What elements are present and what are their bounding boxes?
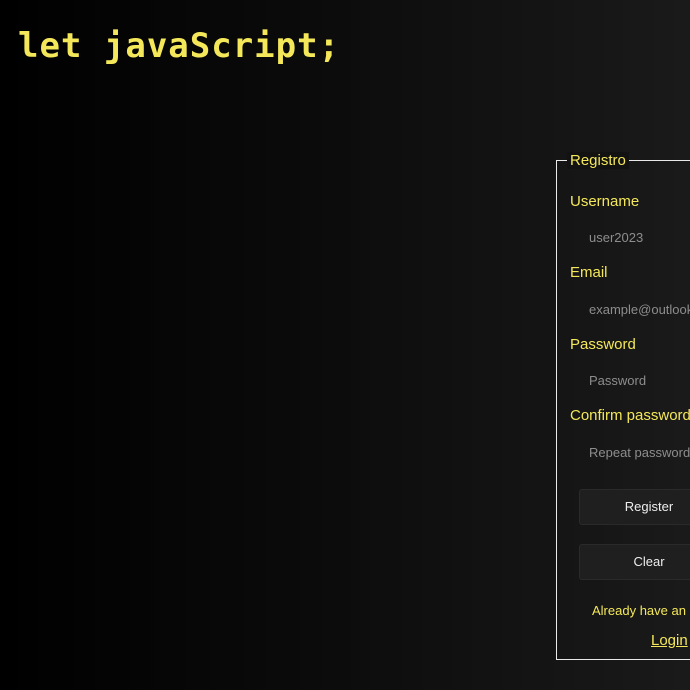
form-legend: Registro xyxy=(567,152,629,169)
app-title: let javaScript; xyxy=(18,26,341,66)
email-label: Email xyxy=(570,264,608,281)
username-input[interactable] xyxy=(579,221,690,253)
register-button[interactable]: Register xyxy=(579,489,690,525)
password-label: Password xyxy=(570,336,636,353)
confirm-password-label: Confirm password xyxy=(570,407,690,424)
email-input[interactable] xyxy=(579,293,690,325)
already-have-account-text: Already have an xyxy=(592,603,686,618)
register-form: Registro Username Email Password Confirm… xyxy=(556,152,690,660)
password-input[interactable] xyxy=(579,364,690,396)
login-link[interactable]: Login xyxy=(651,632,688,649)
confirm-password-input[interactable] xyxy=(579,436,690,468)
clear-button[interactable]: Clear xyxy=(579,544,690,580)
username-label: Username xyxy=(570,193,640,210)
